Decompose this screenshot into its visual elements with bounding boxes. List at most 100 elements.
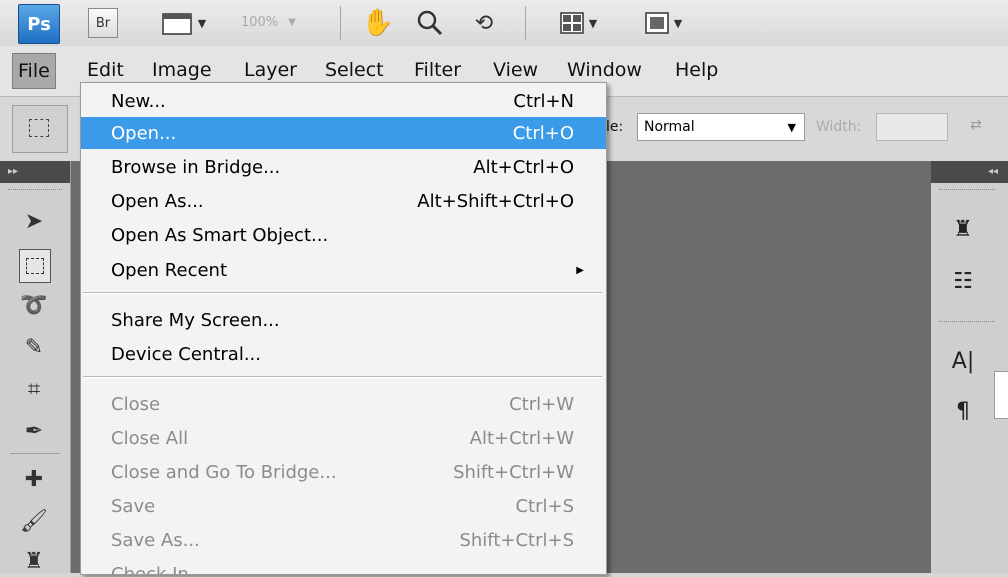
style-select[interactable]: Normal ▼ (637, 113, 805, 141)
arrange-documents-button[interactable]: ▼ (545, 4, 611, 42)
zoom-level-box[interactable]: 100% ▼ (237, 8, 321, 36)
menu-item-new[interactable]: New... Ctrl+N (81, 85, 606, 117)
toolbar-divider (340, 6, 341, 40)
menu-item-close-and-go-to-bridge[interactable]: Close and Go To Bridge... Shift+Ctrl+W (81, 456, 606, 488)
application-bar: Ps Br ▼ 100% ▼ ✋ ⟲ ▼ ▼ (0, 0, 1008, 46)
chevron-down-icon: ▼ (197, 16, 207, 30)
rotate-view-button[interactable]: ⟲ (466, 4, 502, 42)
menu-item-shortcut: Ctrl+N (513, 90, 574, 112)
zoom-level-value: 100% (241, 14, 279, 30)
eyedropper-icon: ✒ (24, 418, 44, 444)
quick-selection-tool[interactable]: ✎ (14, 331, 54, 363)
menu-help[interactable]: Help (675, 53, 718, 87)
marquee-icon (29, 119, 49, 137)
character-panel-button[interactable]: A| (943, 341, 983, 381)
brush-tool[interactable]: 🖌 (14, 505, 54, 537)
menu-item-check-in[interactable]: Check In... (81, 558, 606, 575)
crop-tool[interactable]: ⌗ (14, 373, 54, 405)
move-tool[interactable]: ➤ (14, 205, 54, 237)
menu-item-label: Open As Smart Object... (111, 224, 329, 246)
frame-icon (162, 13, 192, 35)
chevron-down-icon: ▼ (787, 120, 796, 134)
tools-panel: ▸▸ ➤ ➰ ✎ ⌗ ✒ ✚ 🖌 ♜ (0, 161, 71, 574)
menu-item-label: Open... (111, 122, 177, 144)
submenu-arrow-icon: ▶ (576, 264, 584, 276)
menu-item-save-as[interactable]: Save As... Shift+Ctrl+S (81, 524, 606, 556)
healing-brush-tool[interactable]: ✚ (14, 463, 54, 495)
marquee-tool[interactable] (19, 249, 51, 283)
chevron-down-icon: ▼ (588, 16, 598, 30)
menu-item-shortcut: Shift+Ctrl+W (453, 461, 574, 483)
menu-separator (83, 376, 602, 378)
clone-stamp-icon: ♜ (24, 548, 44, 574)
clone-source-icon: ♜ (953, 216, 973, 242)
panel-edge (994, 371, 1008, 419)
menu-item-shortcut: Alt+Ctrl+O (473, 156, 574, 178)
panel-collapse-icon[interactable]: ◂◂ (931, 161, 1008, 183)
screen-mode-button[interactable]: ▼ (630, 4, 696, 42)
menu-item-save[interactable]: Save Ctrl+S (81, 490, 606, 522)
marquee-icon (26, 258, 44, 274)
rotate-view-icon: ⟲ (474, 10, 494, 36)
menu-item-open-recent[interactable]: Open Recent ▶ (81, 254, 606, 286)
menu-file[interactable]: File (12, 53, 56, 89)
arrange-documents-icon (560, 12, 584, 34)
history-icon: ☷ (953, 268, 973, 294)
menu-item-shortcut: Alt+Ctrl+W (469, 427, 574, 449)
menu-item-label: Close (111, 393, 161, 415)
menu-item-label: Close and Go To Bridge... (111, 461, 337, 483)
paragraph-panel-button[interactable]: ¶ (943, 391, 983, 431)
chevron-down-icon: ▼ (673, 16, 683, 30)
menu-item-close-all[interactable]: Close All Alt+Ctrl+W (81, 422, 606, 454)
menu-item-label: Save (111, 495, 156, 517)
move-icon: ➤ (24, 208, 44, 234)
healing-brush-icon: ✚ (24, 466, 44, 492)
history-panel-button[interactable]: ☷ (943, 261, 983, 301)
clone-source-panel-button[interactable]: ♜ (943, 209, 983, 249)
menu-separator (83, 292, 602, 294)
tool-divider (10, 453, 60, 454)
menu-item-shortcut: Ctrl+W (509, 393, 574, 415)
zoom-tool-button[interactable] (412, 4, 448, 42)
menu-item-device-central[interactable]: Device Central... (81, 338, 606, 370)
menu-item-open-as[interactable]: Open As... Alt+Shift+Ctrl+O (81, 185, 606, 217)
chevron-down-icon: ▼ (288, 16, 296, 28)
tool-preset-picker[interactable] (12, 105, 68, 153)
panel-grip[interactable] (8, 189, 62, 200)
view-extras-button[interactable]: ▼ (150, 4, 216, 42)
launch-bridge-button[interactable]: Br (88, 8, 118, 38)
menu-item-label: Check In... (111, 563, 206, 575)
menu-item-open-as-smart-object[interactable]: Open As Smart Object... (81, 219, 606, 251)
panel-grip[interactable] (939, 189, 995, 191)
clone-stamp-tool[interactable]: ♜ (14, 545, 54, 577)
character-icon: A| (951, 348, 975, 374)
toolbar-divider (525, 6, 526, 40)
lasso-icon: ➰ (20, 292, 48, 318)
menu-item-close[interactable]: Close Ctrl+W (81, 388, 606, 420)
width-input[interactable] (876, 113, 948, 141)
quick-selection-icon: ✎ (24, 334, 44, 360)
panel-expand-icon[interactable]: ▸▸ (0, 161, 70, 183)
style-label: le: (606, 119, 624, 135)
menu-item-shortcut: Ctrl+O (512, 122, 574, 144)
menu-item-label: Open Recent (111, 259, 228, 281)
file-menu-dropdown: New... Ctrl+N Open... Ctrl+O Browse in B… (80, 82, 607, 575)
menu-item-label: Open As... (111, 190, 204, 212)
menu-item-label: Save As... (111, 529, 200, 551)
menu-item-share-my-screen[interactable]: Share My Screen... (81, 304, 606, 336)
menu-item-browse-in-bridge[interactable]: Browse in Bridge... Alt+Ctrl+O (81, 151, 606, 183)
menu-item-label: Share My Screen... (111, 309, 280, 331)
hand-tool-button[interactable]: ✋ (360, 4, 396, 42)
width-label: Width: (816, 119, 862, 135)
eyedropper-tool[interactable]: ✒ (14, 415, 54, 447)
menu-item-open[interactable]: Open... Ctrl+O (81, 117, 606, 149)
paragraph-icon: ¶ (956, 398, 970, 424)
menu-item-shortcut: Ctrl+S (515, 495, 574, 517)
panel-grip[interactable] (939, 321, 995, 323)
swap-icon[interactable]: ⇄ (970, 117, 982, 133)
photoshop-logo[interactable]: Ps (18, 4, 60, 44)
lasso-tool[interactable]: ➰ (14, 289, 54, 321)
menu-item-label: Close All (111, 427, 189, 449)
brush-icon: 🖌 (20, 508, 48, 534)
menu-item-label: New... (111, 90, 166, 112)
